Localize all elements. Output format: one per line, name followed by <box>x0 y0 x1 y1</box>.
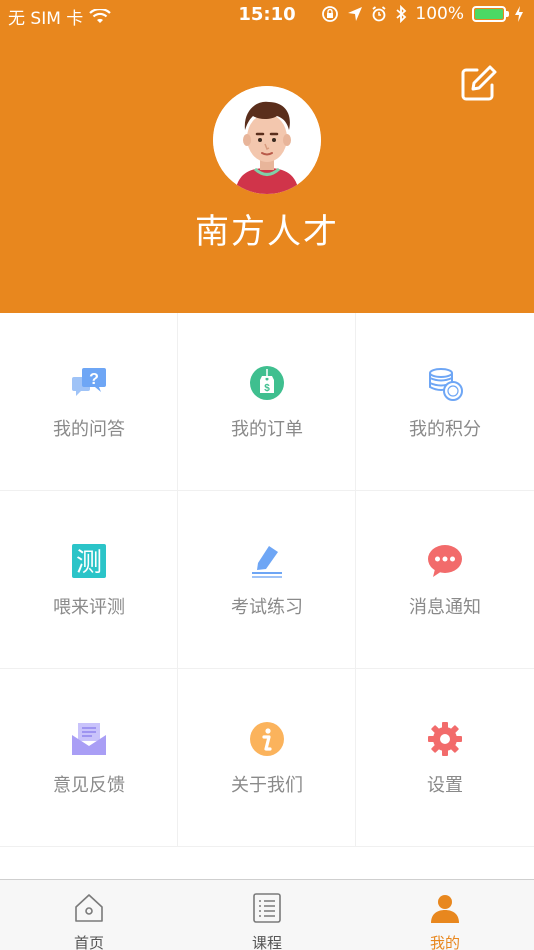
menu-my-points[interactable]: 我的积分 <box>356 313 534 491</box>
menu-settings[interactable]: 设置 <box>356 669 534 847</box>
info-icon <box>250 722 284 756</box>
price-tag-icon: $ <box>250 366 284 400</box>
battery-icon <box>472 6 509 22</box>
menu-label: 喂来评测 <box>53 597 125 618</box>
tab-course[interactable]: 课程 <box>178 880 356 950</box>
menu-grid: ? 我的问答 $ 我的订单 我的积分 测 喂来评测 考试练习 消息通知 意见反馈… <box>0 313 534 848</box>
envelope-icon <box>72 723 106 755</box>
menu-notifications[interactable]: 消息通知 <box>356 491 534 669</box>
menu-label: 关于我们 <box>231 775 303 796</box>
menu-evaluation[interactable]: 测 喂来评测 <box>0 491 178 669</box>
tab-label: 首页 <box>73 934 104 950</box>
alarm-icon <box>372 6 386 22</box>
gear-icon <box>428 722 462 756</box>
menu-label: 我的问答 <box>53 419 125 440</box>
menu-exam-practice[interactable]: 考试练习 <box>178 491 356 669</box>
edit-profile-button[interactable] <box>460 64 498 102</box>
coins-icon <box>429 368 463 401</box>
bluetooth-icon <box>396 5 407 23</box>
menu-about-us[interactable]: 关于我们 <box>178 669 356 847</box>
menu-my-questions[interactable]: ? 我的问答 <box>0 313 178 491</box>
tab-mine[interactable]: 我的 <box>356 880 534 950</box>
person-icon <box>431 895 459 923</box>
svg-text:?: ? <box>89 371 99 388</box>
pen-icon <box>252 546 282 578</box>
question-chat-icon: ? <box>72 368 106 396</box>
location-icon <box>348 7 363 21</box>
status-bar: 无 SIM 卡 15:10 100% <box>0 0 534 30</box>
username: 南方人才 <box>195 212 339 252</box>
menu-label: 我的积分 <box>409 419 481 440</box>
menu-label: 消息通知 <box>409 597 481 618</box>
avatar[interactable] <box>213 86 321 194</box>
message-icon <box>428 545 462 577</box>
battery-percent: 100% <box>415 4 464 24</box>
tab-home[interactable]: 首页 <box>0 880 178 950</box>
menu-label: 我的订单 <box>231 419 303 440</box>
charging-icon <box>515 6 523 22</box>
test-icon: 测 <box>72 544 106 578</box>
svg-text:$: $ <box>264 383 270 394</box>
menu-my-orders[interactable]: $ 我的订单 <box>178 313 356 491</box>
status-right: 100% <box>321 4 524 24</box>
menu-label: 意见反馈 <box>53 775 125 796</box>
rotation-lock-icon <box>322 6 339 22</box>
svg-text:测: 测 <box>76 548 102 578</box>
tab-bar: 首页 课程 我的 <box>0 879 534 950</box>
tab-label: 课程 <box>251 934 282 950</box>
profile-header: 无 SIM 卡 15:10 100% 南方人才 <box>0 0 534 313</box>
course-list-icon <box>253 893 281 923</box>
tab-label: 我的 <box>429 934 460 950</box>
menu-label: 设置 <box>427 775 463 796</box>
home-icon <box>75 894 103 922</box>
menu-feedback[interactable]: 意见反馈 <box>0 669 178 847</box>
menu-label: 考试练习 <box>231 597 303 618</box>
